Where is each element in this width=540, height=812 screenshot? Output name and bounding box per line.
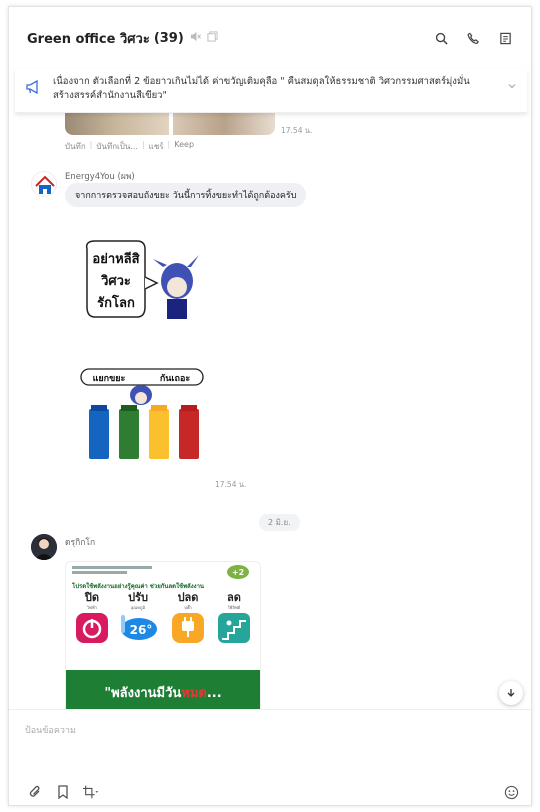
poster-title: โปรดใช้พลังงานอย่างรู้คุณค่า ช่วยกันลดใช… — [72, 583, 205, 590]
date-divider: 2 มิ.ย. — [259, 514, 300, 531]
poster-logo — [72, 566, 192, 576]
poster-sub: ไฟฟ้า — [87, 605, 97, 610]
poster-word: ปิด — [84, 591, 100, 604]
plug-icon — [172, 613, 204, 643]
poster-banner: "พลังงานมีวันหมด... — [66, 670, 260, 709]
chat-window: Green office วิศวะ (39) เนื่องจาก ตัวเลื… — [8, 6, 532, 806]
sticker-text: วิศวะ — [100, 274, 131, 289]
poster-item-off: ปิด ไฟฟ้า — [70, 592, 114, 649]
poster-sub: อุณหภูมิ — [130, 605, 146, 610]
megaphone-icon — [25, 79, 43, 97]
announcement-bar[interactable]: เนื่องจาก ตัวเลือกที่ 2 ข้อยาวเกินไม่ได้… — [15, 69, 527, 113]
poster-slogan: "พลังงานมีวันหมด... — [104, 686, 222, 701]
sticker-text: แยกขยะ — [93, 374, 126, 384]
composer-toolbar — [27, 784, 99, 800]
divider: | — [89, 140, 93, 149]
member-count: (39) — [153, 30, 184, 46]
copy-icon[interactable] — [207, 31, 218, 45]
mute-icon[interactable] — [190, 31, 201, 45]
thermometer-icon: 26° — [121, 615, 157, 640]
message-time: 17.54 น. — [215, 480, 247, 489]
share-button[interactable]: แชร์ — [149, 140, 164, 153]
svg-text:+2: +2 — [232, 568, 244, 577]
chevron-down-icon[interactable] — [507, 81, 517, 94]
composer — [9, 709, 531, 805]
attachment-icon[interactable] — [27, 784, 43, 800]
phone-icon[interactable] — [465, 30, 481, 46]
sender-name: Energy4You (ผพ) — [65, 172, 135, 182]
message-bubble[interactable]: จากการตรวจสอบถังขยะ วันนี้การทิ้งขยะทำได… — [65, 183, 307, 207]
poster-word: ลด — [227, 591, 241, 604]
poster-word: ปรับ — [128, 591, 148, 604]
message-time: 17.54 น. — [281, 126, 313, 135]
announcement-text: เนื่องจาก ตัวเลือกที่ 2 ข้อยาวเกินไม่ได้… — [53, 76, 470, 101]
badge-icon: +2 — [226, 564, 250, 580]
sticker[interactable]: แยกขยะ กันเถอะ — [79, 367, 209, 462]
poster-word: ปลด — [177, 591, 199, 604]
sticker-text: รักโลก — [97, 294, 135, 311]
poster-item-adjust: ปรับ อุณหภูมิ 26° — [116, 592, 160, 645]
photo-actions: บันทึก | บันทึกเป็น... | แชร์ | Keep — [65, 140, 194, 153]
arrow-down-icon — [507, 689, 515, 697]
sticker[interactable]: อย่าหลีสิ วิศวะ รักโลก — [81, 237, 201, 337]
search-icon[interactable] — [433, 30, 449, 46]
poster-sub: ใช้ลิฟต์ — [227, 605, 241, 610]
temperature-text: 26° — [130, 623, 153, 637]
scroll-down-button[interactable] — [499, 681, 523, 705]
sender-name: ดรุกิกโก — [65, 538, 96, 548]
chat-header: Green office วิศวะ (39) — [9, 7, 531, 69]
poster-sub: ปลั๊ก — [184, 605, 192, 610]
poster-item-unplug: ปลด ปลั๊ก — [166, 592, 210, 649]
divider: | — [167, 140, 171, 149]
divider: | — [141, 140, 145, 149]
crop-icon[interactable] — [83, 784, 99, 800]
message-input[interactable] — [25, 722, 505, 740]
sticker-text: กันเถอะ — [160, 373, 191, 384]
power-icon — [76, 613, 108, 643]
poster-item-reduce: ลด ใช้ลิฟต์ — [212, 592, 256, 649]
header-actions — [433, 30, 513, 46]
avatar[interactable] — [31, 171, 57, 197]
poster-image[interactable]: +2 โปรดใช้พลังงานอย่างรู้คุณค่า ช่วยกันล… — [65, 561, 261, 709]
emoji-icon[interactable] — [503, 784, 519, 800]
save-button[interactable]: บันทึก — [65, 140, 86, 153]
stairs-icon — [218, 613, 250, 643]
chat-messages[interactable]: 17.54 น. บันทึก | บันทึกเป็น... | แชร์ |… — [9, 69, 531, 709]
notes-icon[interactable] — [497, 30, 513, 46]
chat-title: Green office วิศวะ — [27, 31, 150, 47]
save-as-button[interactable]: บันทึกเป็น... — [96, 140, 138, 153]
keep-button[interactable]: Keep — [174, 140, 194, 153]
avatar[interactable] — [31, 534, 57, 560]
sticker-text: อย่าหลีสิ — [92, 251, 139, 267]
bookmark-icon[interactable] — [55, 784, 71, 800]
